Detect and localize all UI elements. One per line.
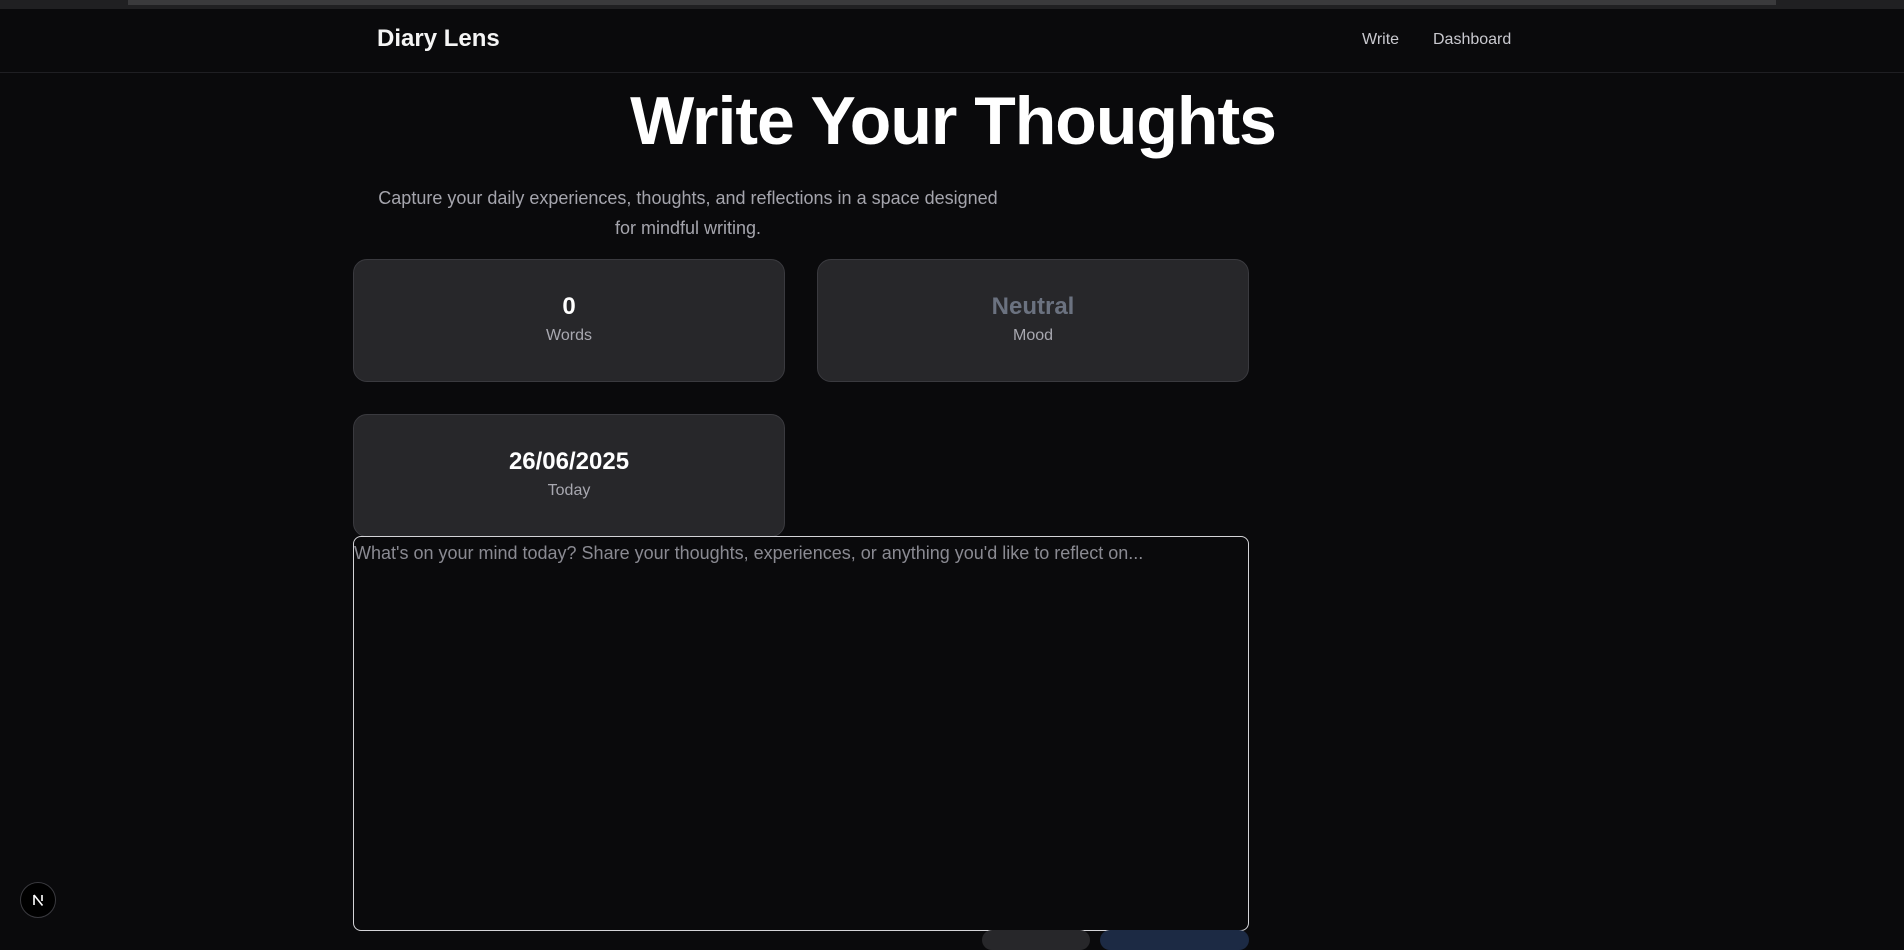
browser-top-strip — [0, 0, 1904, 9]
page-title: Write Your Thoughts — [630, 83, 1277, 159]
primary-action-button[interactable] — [1100, 930, 1249, 950]
date-value: 26/06/2025 — [508, 448, 630, 475]
stat-card-date: 26/06/2025 Today — [353, 414, 785, 537]
journal-entry-box — [353, 536, 1249, 931]
brand-logo[interactable]: Diary Lens — [377, 25, 500, 53]
browser-scroll-indicator — [128, 0, 1776, 5]
mood-label: Mood — [1012, 327, 1054, 344]
nextjs-logo-icon — [33, 894, 44, 907]
navbar: Diary Lens Write Dashboard — [0, 9, 1904, 73]
subtitle-line-2: for mindful writing. — [614, 218, 762, 238]
secondary-action-button[interactable] — [982, 930, 1090, 950]
stat-card-words: 0 Words — [353, 259, 785, 382]
page-subtitle: Capture your daily experiences, thoughts… — [353, 183, 1023, 243]
mood-value: Neutral — [991, 293, 1075, 320]
word-count-label: Words — [546, 327, 592, 344]
date-label: Today — [547, 482, 591, 499]
subtitle-line-1: Capture your daily experiences, thoughts… — [378, 188, 998, 208]
nav-link-write[interactable]: Write — [1362, 31, 1399, 49]
nav-link-dashboard[interactable]: Dashboard — [1433, 31, 1511, 49]
nextjs-dev-badge[interactable] — [20, 882, 56, 918]
stat-card-mood: Neutral Mood — [817, 259, 1249, 382]
word-count-value: 0 — [562, 293, 576, 320]
journal-entry-textarea[interactable] — [354, 537, 1248, 930]
